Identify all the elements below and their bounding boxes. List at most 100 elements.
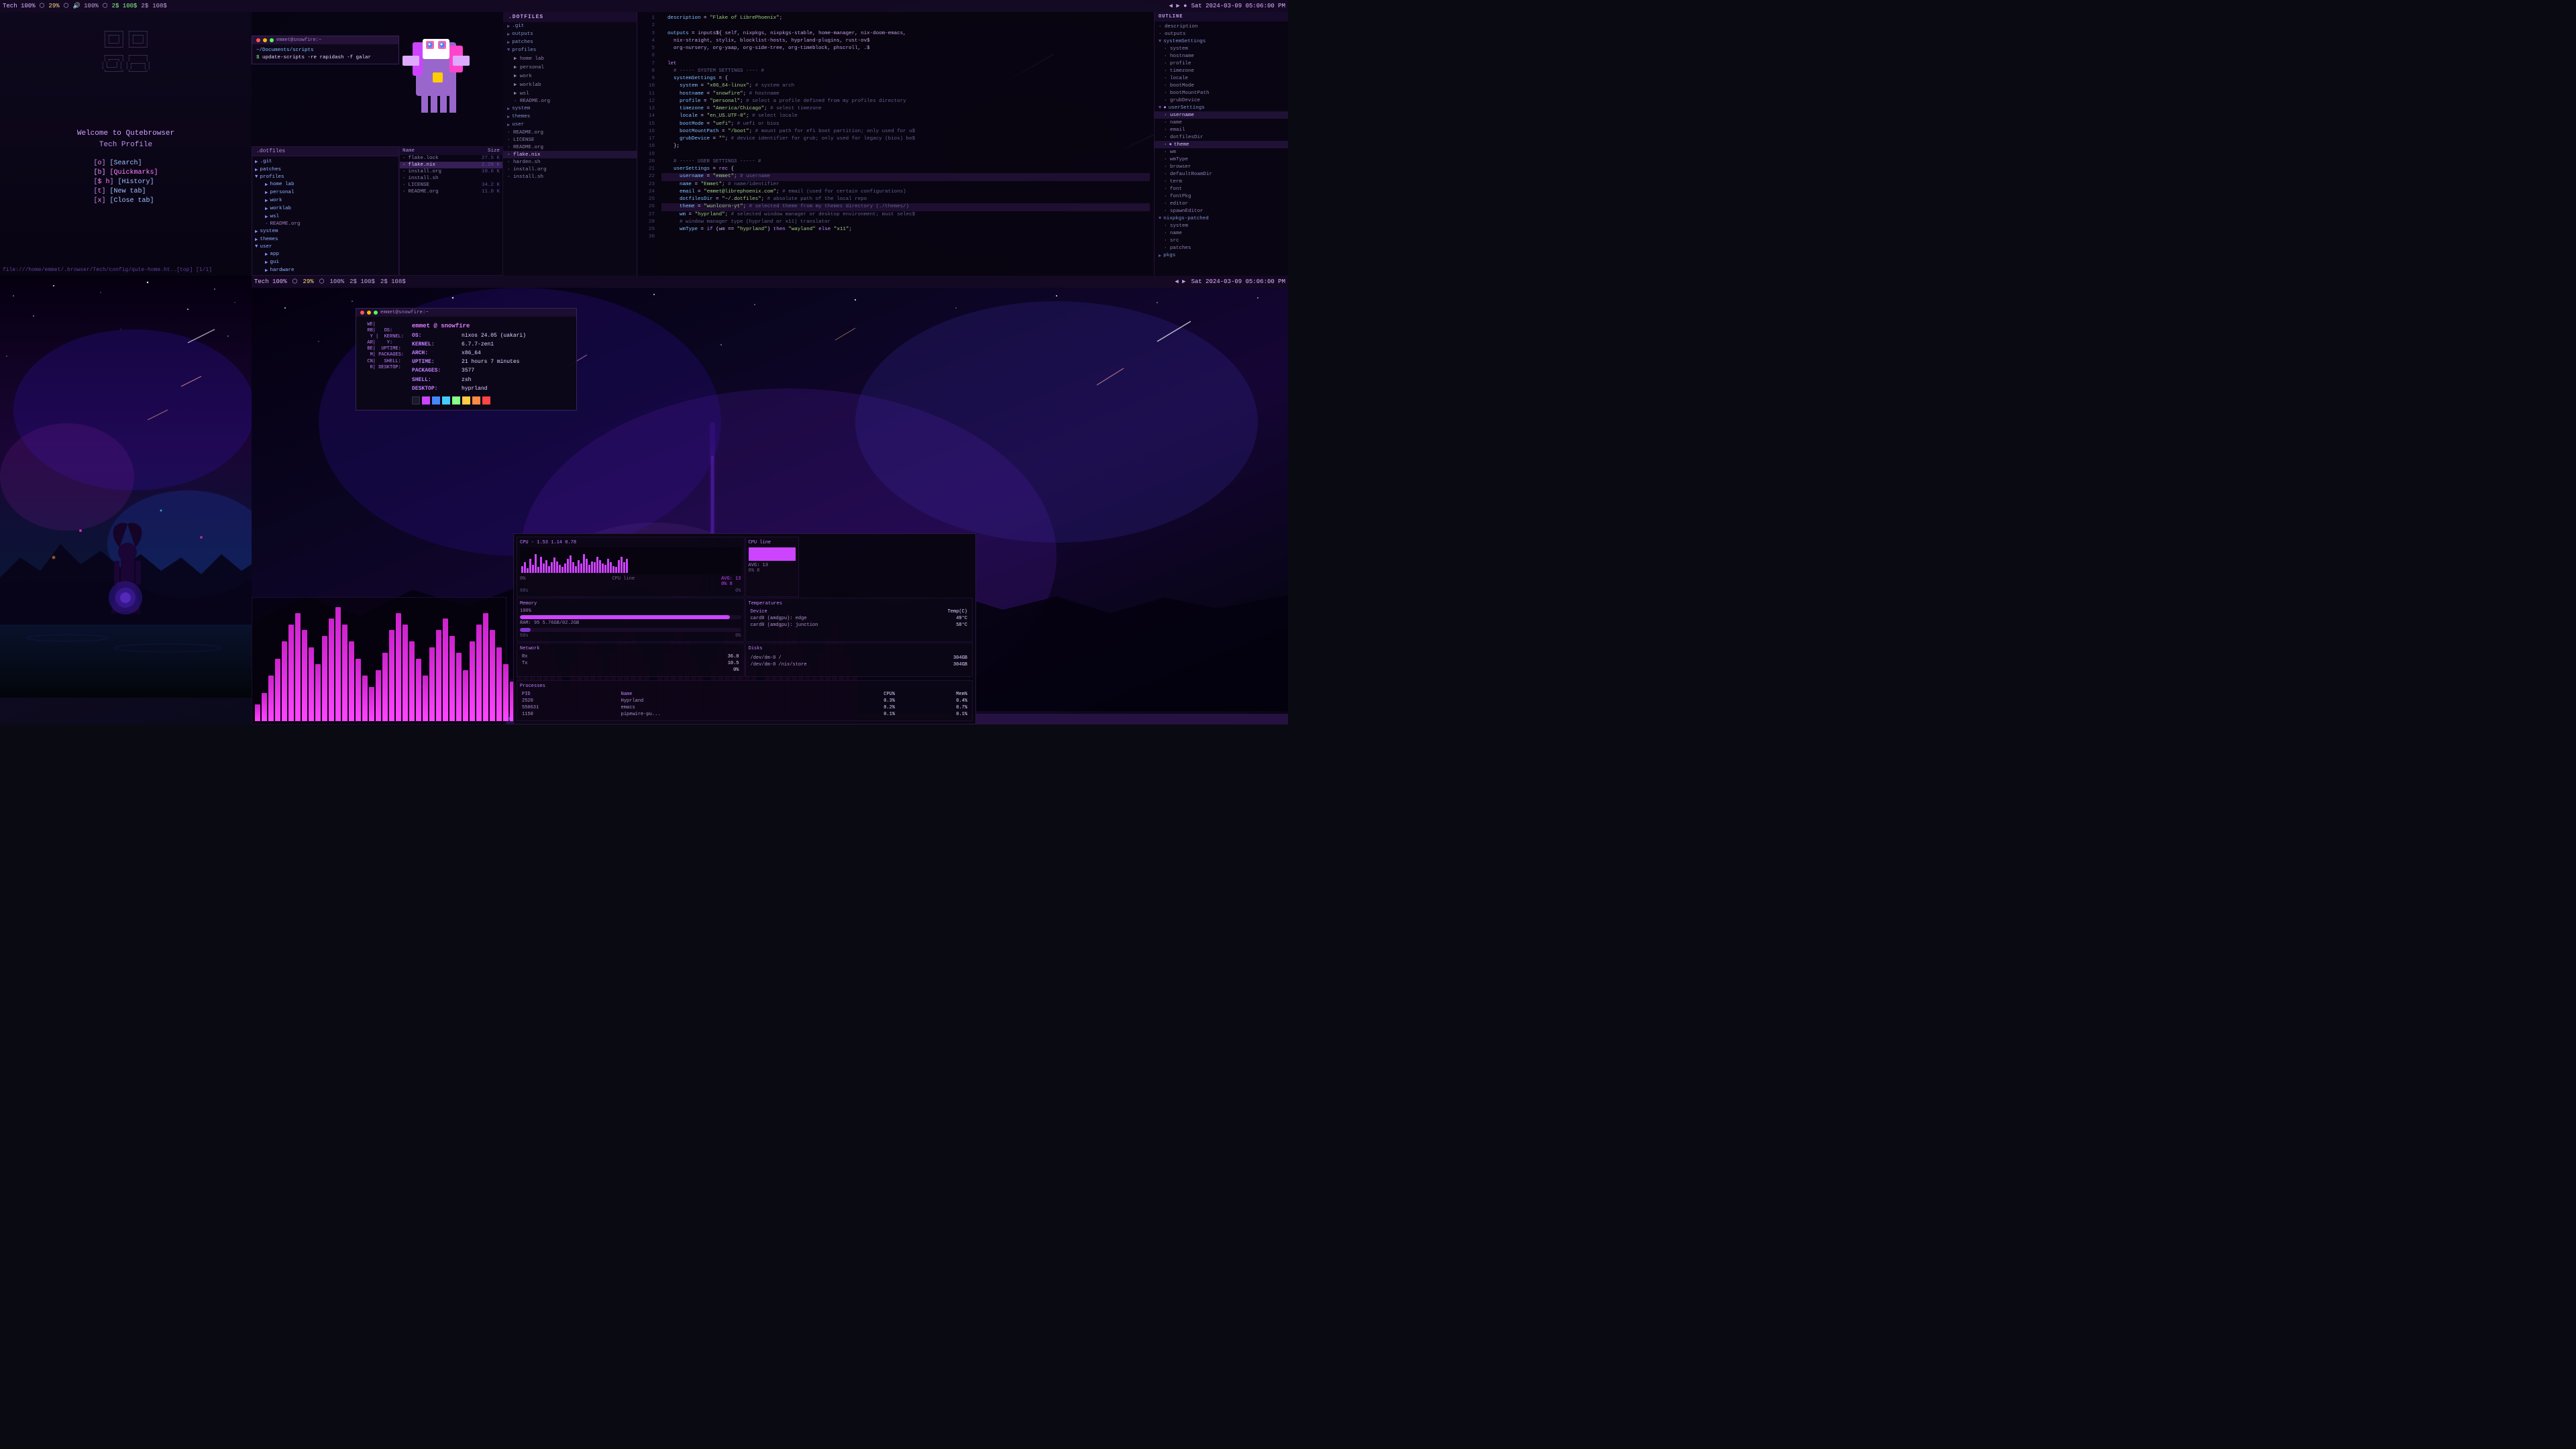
sysmon-network-row-rx: Rx 36.0: [520, 653, 741, 660]
editor-tree-installorg[interactable]: · install.org: [503, 166, 637, 173]
file-tree-item-git[interactable]: ▶ .git: [252, 158, 398, 166]
cpu-graph: [520, 547, 741, 574]
sysmon-proc-col-mem: Mem%: [897, 691, 969, 698]
outline-fontpkg[interactable]: · fontPkg: [1155, 193, 1288, 200]
code-line-13: timezone = "America/Chicago"; # select t…: [661, 105, 1150, 113]
editor-right-panel-header: OUTLINE: [1155, 12, 1288, 21]
file-list-item-readme[interactable]: · README.org 11.0 K: [400, 189, 502, 195]
file-list-item-license[interactable]: · LICENSE 34.2 K: [400, 182, 502, 189]
file-tree-item-patches[interactable]: ▶ patches: [252, 166, 398, 174]
outline-editor[interactable]: · editor: [1155, 200, 1288, 207]
outline-defaultroamdir[interactable]: · defaultRoamDir: [1155, 170, 1288, 178]
outline-wmtype[interactable]: · wmType: [1155, 156, 1288, 163]
file-tree-item-themes[interactable]: ▶ themes: [252, 235, 398, 244]
file-list-item-installsh[interactable]: · install.sh: [400, 175, 502, 182]
editor-tree-readme-main[interactable]: · README.org: [503, 129, 637, 136]
editor-tree-system[interactable]: ▶ system: [503, 105, 637, 113]
editor-tree-git[interactable]: ▶ .git: [503, 22, 637, 30]
outline-dotfilesdir[interactable]: · dotfilesDir: [1155, 133, 1288, 141]
sysmon-proc-col-name: Name: [619, 691, 825, 698]
browser-menu-newtab[interactable]: [t] [New tab]: [93, 188, 158, 195]
outline-email[interactable]: · email: [1155, 126, 1288, 133]
outline-spawneditor[interactable]: · spawnEditor: [1155, 207, 1288, 215]
file-tree-item-homelab[interactable]: ▶ home lab: [252, 180, 398, 189]
viz-bar-item: [382, 653, 388, 721]
code-line-22: username = "emmet"; # username: [661, 173, 1150, 180]
outline-font[interactable]: · font: [1155, 185, 1288, 193]
code-line-25: dotfilesDir = "~/.dotfiles"; # absolute …: [661, 196, 1150, 203]
outline-outputs[interactable]: · outputs: [1155, 30, 1288, 38]
viz-bar-item: [282, 641, 287, 721]
file-tree-item-work[interactable]: ▶ work: [252, 197, 398, 205]
editor-tree-wsl[interactable]: ▶ wsl: [503, 89, 637, 97]
file-tree-item-app[interactable]: ▶ app: [252, 250, 398, 258]
outline-description[interactable]: · description: [1155, 23, 1288, 30]
outline-term[interactable]: · term: [1155, 178, 1288, 185]
neofetch-shell-label: SHELL:: [412, 376, 459, 384]
outline-name[interactable]: · name: [1155, 119, 1288, 126]
editor-tree-user[interactable]: ▶ user: [503, 121, 637, 129]
editor-tree-personal[interactable]: ▶ personal: [503, 62, 637, 71]
browser-menu-quickmarks[interactable]: [b] [Quickmarks]: [93, 169, 158, 176]
file-tree-item-worklab[interactable]: ▶ worklab: [252, 205, 398, 213]
neofetch-os-value: nixos 24.05 (uakari): [462, 332, 526, 339]
file-tree-item-user[interactable]: ▼ user: [252, 244, 398, 250]
cpu-bar-item: [618, 560, 620, 573]
editor-tree-flakenix[interactable]: · flake.nix: [503, 151, 637, 158]
editor-tree-work[interactable]: ▶ work: [503, 71, 637, 80]
outline-bootmountpath[interactable]: · bootMountPath: [1155, 89, 1288, 97]
outline-system[interactable]: · system: [1155, 45, 1288, 52]
file-tree-item-hardware[interactable]: ▶ hardware: [252, 266, 398, 274]
outline-npatch-patches[interactable]: · patches: [1155, 244, 1288, 252]
file-list-item-flakelock[interactable]: · flake.lock 27.5 K: [400, 155, 502, 162]
file-tree-item-readme1[interactable]: · README.org: [252, 221, 398, 227]
editor-tree-readme2[interactable]: · README.org: [503, 144, 637, 151]
file-list-item-flakenix[interactable]: · flake.nix 2.26 K: [400, 162, 502, 168]
editor-tree-outputs[interactable]: ▶ outputs: [503, 30, 637, 38]
file-tree-item-profiles[interactable]: ▼ profiles: [252, 174, 398, 180]
status-datetime: Sat 2024-03-09 05:06:00 PM: [1191, 3, 1285, 9]
editor-tree-readme-profiles[interactable]: · README.org: [503, 97, 637, 105]
browser-menu-closetab[interactable]: [x] [Close tab]: [93, 197, 158, 205]
outline-hostname[interactable]: · hostname: [1155, 52, 1288, 60]
editor-tree-patches[interactable]: ▶ patches: [503, 38, 637, 46]
editor-tree-profiles[interactable]: ▼ profiles: [503, 46, 637, 54]
outline-pkgs[interactable]: ▶ pkgs: [1155, 252, 1288, 260]
editor-tree-license[interactable]: · LICENSE: [503, 136, 637, 144]
viz-bar-item: [476, 625, 482, 722]
editor-code-area[interactable]: description = "Flake of LibrePhoenix"; o…: [657, 12, 1154, 276]
sysmon-disks-table: /dev/dm-0 / 304GB /dev/dm-0 /nix/store 3…: [749, 653, 970, 668]
outline-timezone[interactable]: · timezone: [1155, 67, 1288, 74]
outline-locale[interactable]: · locale: [1155, 74, 1288, 82]
browser-menu-history[interactable]: [$ h] [History]: [93, 178, 158, 186]
file-tree-item-wsl[interactable]: ▶ wsl: [252, 213, 398, 221]
sysmon-disk-device-1: /dev/dm-0 /: [749, 655, 918, 661]
editor-tree-hardensh[interactable]: · harden.sh: [503, 158, 637, 166]
outline-wm[interactable]: · wm: [1155, 148, 1288, 156]
outline-npatch-src[interactable]: · src: [1155, 237, 1288, 244]
sm-status-workspace: Tech 100%: [254, 278, 287, 285]
editor-tree-worklab[interactable]: ▶ worklab: [503, 80, 637, 89]
outline-nixpkgs-patched[interactable]: ▼ nixpkgs-patched: [1155, 215, 1288, 222]
outline-profile[interactable]: · profile: [1155, 60, 1288, 67]
outline-username[interactable]: · username: [1155, 111, 1288, 119]
file-tree-item-system[interactable]: ▶ system: [252, 227, 398, 235]
file-tree-item-gui[interactable]: ▶ gui: [252, 258, 398, 266]
code-line-26: theme = "wunlcorn-yt"; # selected theme …: [661, 203, 1150, 211]
outline-npatch-system[interactable]: · system: [1155, 222, 1288, 229]
outline-browser[interactable]: · browser: [1155, 163, 1288, 170]
browser-menu-search[interactable]: [o] [Search]: [93, 160, 158, 167]
editor-tree-homelab[interactable]: ▶ home lab: [503, 54, 637, 62]
editor-tree-themes[interactable]: ▶ themes: [503, 113, 637, 121]
file-tree-item-personal[interactable]: ▶ personal: [252, 189, 398, 197]
outline-usersettings[interactable]: ▼ ● userSettings: [1155, 104, 1288, 111]
outline-grubdevice[interactable]: · grubDevice: [1155, 97, 1288, 104]
sysmon-grid: CPU - 1.53 1.14 0.78 0% CPU line AVG: 13…: [514, 534, 975, 680]
outline-bootmode[interactable]: · bootMode: [1155, 82, 1288, 89]
outline-systemsettings[interactable]: ▼ systemSettings: [1155, 38, 1288, 45]
outline-npatch-name[interactable]: · name: [1155, 229, 1288, 237]
file-list-item-installorg[interactable]: · install.org 10.6 K: [400, 168, 502, 175]
editor-tree-installsh[interactable]: · install.sh: [503, 173, 637, 180]
outline-theme[interactable]: · ● theme: [1155, 141, 1288, 148]
cpu-bar-item: [607, 559, 609, 573]
